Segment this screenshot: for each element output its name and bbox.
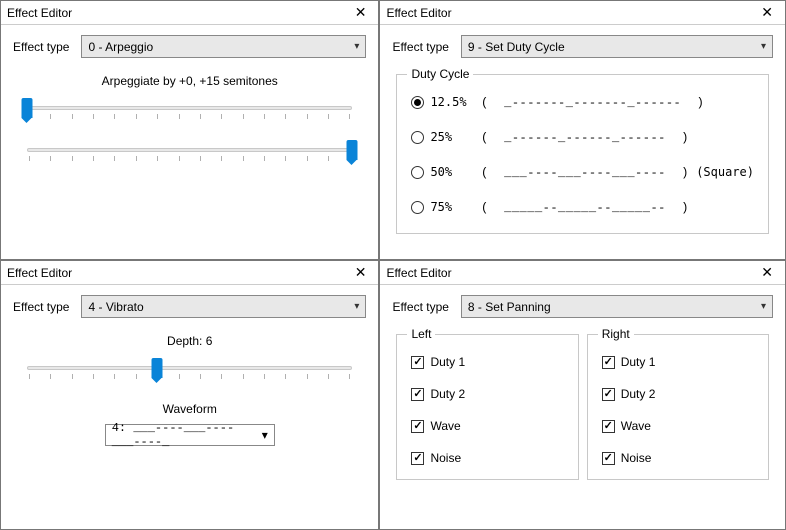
effect-type-value: 0 - Arpeggio (88, 40, 153, 54)
chevron-down-icon: ▾ (262, 428, 268, 442)
checkbox-icon[interactable] (602, 388, 615, 401)
depth-label: Depth: 6 (13, 334, 366, 348)
checkbox-icon[interactable] (602, 420, 615, 433)
close-icon[interactable]: ✕ (757, 264, 777, 281)
chevron-down-icon: ▾ (761, 301, 766, 312)
effect-type-select[interactable]: 9 - Set Duty Cycle ▾ (461, 35, 773, 58)
panel-duty-cycle: Effect Editor ✕ Effect type 9 - Set Duty… (379, 0, 786, 260)
close-icon[interactable]: ✕ (757, 4, 777, 21)
left-legend: Left (407, 327, 435, 341)
titlebar: Effect Editor ✕ (380, 1, 785, 25)
window-title: Effect Editor (386, 266, 451, 280)
duty-option-75[interactable]: 75% ( _____--_____--_____-- ) (411, 200, 754, 215)
effect-type-select[interactable]: 8 - Set Panning ▾ (461, 295, 773, 318)
titlebar: Effect Editor ✕ (1, 1, 378, 25)
duty-option-50[interactable]: 50% ( ___----___----___---- ) (Square) (411, 165, 754, 180)
duty-cycle-legend: Duty Cycle (407, 67, 473, 81)
panel-arpeggio: Effect Editor ✕ Effect type 0 - Arpeggio… (0, 0, 379, 260)
titlebar: Effect Editor ✕ (1, 261, 378, 285)
titlebar: Effect Editor ✕ (380, 261, 785, 285)
effect-type-select[interactable]: 0 - Arpeggio ▾ (81, 35, 366, 58)
waveform-value: 4: ___----___----___----_ (112, 421, 262, 449)
effect-type-value: 8 - Set Panning (468, 300, 551, 314)
radio-icon[interactable] (411, 201, 424, 214)
checkbox-icon[interactable] (411, 356, 424, 369)
chevron-down-icon: ▾ (354, 41, 359, 52)
left-noise[interactable]: Noise (411, 451, 563, 465)
arpeggio-slider-2[interactable] (27, 142, 352, 166)
panning-right-group: Right Duty 1 Duty 2 Wave Noise (587, 334, 769, 480)
right-wave[interactable]: Wave (602, 419, 754, 433)
duty-option-25[interactable]: 25% ( _------_------_------ ) (411, 130, 754, 145)
effect-type-value: 9 - Set Duty Cycle (468, 40, 565, 54)
effect-type-label: Effect type (392, 40, 448, 54)
window-title: Effect Editor (7, 6, 72, 20)
panel-vibrato: Effect Editor ✕ Effect type 4 - Vibrato … (0, 260, 379, 530)
right-duty-2[interactable]: Duty 2 (602, 387, 754, 401)
window-title: Effect Editor (7, 266, 72, 280)
left-duty-2[interactable]: Duty 2 (411, 387, 563, 401)
radio-icon[interactable] (411, 131, 424, 144)
checkbox-icon[interactable] (602, 452, 615, 465)
depth-slider[interactable] (27, 360, 352, 384)
arpeggio-description: Arpeggiate by +0, +15 semitones (13, 74, 366, 88)
right-noise[interactable]: Noise (602, 451, 754, 465)
arpeggio-slider-1[interactable] (27, 100, 352, 124)
effect-type-label: Effect type (13, 300, 69, 314)
waveform-select[interactable]: 4: ___----___----___----_ ▾ (105, 424, 275, 446)
effect-type-label: Effect type (13, 40, 69, 54)
duty-cycle-group: Duty Cycle 12.5% ( _-------_-------_----… (396, 74, 769, 234)
chevron-down-icon: ▾ (761, 41, 766, 52)
slider-thumb[interactable] (22, 98, 33, 118)
right-duty-1[interactable]: Duty 1 (602, 355, 754, 369)
effect-type-select[interactable]: 4 - Vibrato ▾ (81, 295, 366, 318)
close-icon[interactable]: ✕ (351, 4, 371, 21)
effect-type-label: Effect type (392, 300, 448, 314)
panning-left-group: Left Duty 1 Duty 2 Wave Noise (396, 334, 578, 480)
window-title: Effect Editor (386, 6, 451, 20)
left-wave[interactable]: Wave (411, 419, 563, 433)
checkbox-icon[interactable] (411, 388, 424, 401)
slider-thumb[interactable] (152, 358, 163, 378)
checkbox-icon[interactable] (602, 356, 615, 369)
checkbox-icon[interactable] (411, 420, 424, 433)
slider-thumb[interactable] (347, 140, 358, 160)
chevron-down-icon: ▾ (354, 301, 359, 312)
panel-panning: Effect Editor ✕ Effect type 8 - Set Pann… (379, 260, 786, 530)
radio-icon[interactable] (411, 96, 424, 109)
close-icon[interactable]: ✕ (351, 264, 371, 281)
left-duty-1[interactable]: Duty 1 (411, 355, 563, 369)
right-legend: Right (598, 327, 634, 341)
waveform-label: Waveform (13, 402, 366, 416)
duty-option-12-5[interactable]: 12.5% ( _-------_-------_------ ) (411, 95, 754, 110)
radio-icon[interactable] (411, 166, 424, 179)
checkbox-icon[interactable] (411, 452, 424, 465)
effect-type-value: 4 - Vibrato (88, 300, 143, 314)
